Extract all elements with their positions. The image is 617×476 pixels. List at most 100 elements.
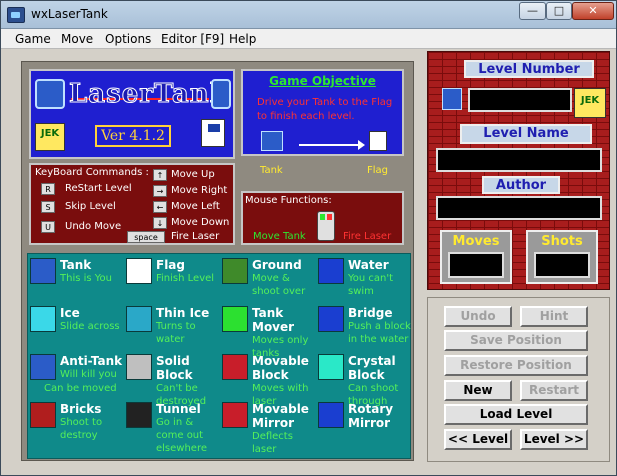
thin-ice-icon <box>126 306 152 332</box>
level-number-label: Level Number <box>464 60 594 78</box>
level-info-panel: Level Number JEK Level Name Author Moves… <box>427 51 610 290</box>
level-name-label: Level Name <box>460 124 592 144</box>
app-window: wxLaserTank — □ ✕ Game Move Options Edit… <box>0 0 617 476</box>
logo-panel: LaserTank JEK Ver 4.1.2 <box>29 69 235 159</box>
tank-icon <box>35 79 65 109</box>
load-level-button[interactable]: Load Level <box>444 404 588 425</box>
key-r: R <box>41 183 55 195</box>
publisher-logo: JEK <box>35 123 65 151</box>
arrow-right-icon <box>299 140 365 150</box>
new-button[interactable]: New <box>444 380 512 401</box>
legend-item-name: Tank Mover <box>252 306 295 334</box>
anti-tank-icon <box>30 354 56 380</box>
author-label: Author <box>482 176 560 194</box>
key-down: ↓ <box>153 217 167 229</box>
flag-icon <box>126 258 152 284</box>
previous-level-button[interactable]: << Level <box>444 429 512 450</box>
menu-bar: Game Move Options Editor [F9] Help <box>1 29 616 49</box>
movable-mirror-icon <box>222 402 248 428</box>
key-s: S <box>41 201 55 213</box>
undo-move-label: Undo Move <box>65 221 122 232</box>
legend-item-name: Ground <box>252 258 302 272</box>
legend-item-desc: Deflects laser <box>252 431 293 455</box>
publisher-logo: JEK <box>574 88 606 118</box>
move-left-label: Move Left <box>171 201 220 212</box>
legend-item-name: Bridge <box>348 306 393 320</box>
flag-icon <box>369 131 387 151</box>
hint-button[interactable]: Hint <box>520 306 588 327</box>
key-right: → <box>153 185 167 197</box>
control-buttons: Undo Hint Save Position Restore Position… <box>427 297 610 462</box>
moves-box: Moves <box>440 230 512 284</box>
tile-legend: Tank This is You Flag Finish Level Ground Mov… <box>27 253 411 459</box>
legend-item-desc-2: Can be moved <box>44 383 117 394</box>
legend-item-desc: Push a block in the water <box>348 321 411 345</box>
key-space: space <box>127 231 165 243</box>
legend-item-name: Ice <box>60 306 80 320</box>
restart-level-label: ReStart Level <box>65 183 132 194</box>
restore-position-button[interactable]: Restore Position <box>444 355 588 376</box>
rotary-mirror-icon <box>318 402 344 428</box>
tank-icon <box>442 88 462 110</box>
key-u: U <box>41 221 55 233</box>
keyboard-title: KeyBoard Commands : <box>35 167 149 178</box>
app-icon <box>7 7 25 23</box>
legend-item-name: Tank <box>60 258 92 272</box>
level-number-display <box>468 88 572 112</box>
game-objective-panel: Game Objective Drive your Tank to the Fl… <box>241 69 404 156</box>
legend-item-name: Crystal Block <box>348 354 396 382</box>
save-position-button[interactable]: Save Position <box>444 330 588 351</box>
menu-help[interactable]: Help <box>229 32 256 46</box>
menu-game[interactable]: Game <box>15 32 51 46</box>
solid-block-icon <box>126 354 152 380</box>
legend-item-name: Tunnel <box>156 402 201 416</box>
tank-icon <box>30 258 56 284</box>
restart-button[interactable]: Restart <box>520 380 588 401</box>
minimize-button[interactable]: — <box>519 2 546 20</box>
legend-item-name: Bricks <box>60 402 102 416</box>
legend-item-desc: Will kill you <box>60 369 117 380</box>
legend-item-desc: You can't swim <box>348 273 394 297</box>
legend-item-desc: This is You <box>60 273 113 284</box>
level-name-display <box>436 148 602 172</box>
shots-counter <box>534 252 590 278</box>
legend-item-desc: Go in & come out elsewhere <box>156 417 208 454</box>
water-icon <box>318 258 344 284</box>
mouse-fire-label: Fire Laser <box>343 231 392 242</box>
logo-title: LaserTank <box>69 79 229 110</box>
legend-item-desc: Move & shoot over <box>252 273 306 297</box>
legend-item-name: Solid Block <box>156 354 193 382</box>
close-button[interactable]: ✕ <box>572 2 614 20</box>
shots-box: Shots <box>526 230 598 284</box>
move-up-label: Move Up <box>171 169 215 180</box>
flag-icon <box>201 119 225 147</box>
menu-options[interactable]: Options <box>105 32 151 46</box>
tunnel-icon <box>126 402 152 428</box>
menu-editor[interactable]: Editor [F9] <box>161 32 224 46</box>
legend-item-name: Water <box>348 258 389 272</box>
maximize-button[interactable]: □ <box>546 2 572 20</box>
version-label: Ver 4.1.2 <box>95 125 171 147</box>
movable-block-icon <box>222 354 248 380</box>
skip-level-label: Skip Level <box>65 201 116 212</box>
moves-counter <box>448 252 504 278</box>
menu-move[interactable]: Move <box>61 32 93 46</box>
ice-icon <box>30 306 56 332</box>
legend-item-desc: Shoot to destroy <box>60 417 103 441</box>
ground-icon <box>222 258 248 284</box>
bricks-icon <box>30 402 56 428</box>
fire-laser-label: Fire Laser <box>171 231 220 242</box>
next-level-button[interactable]: Level >> <box>520 429 588 450</box>
objective-tank-label: Tank <box>260 165 283 176</box>
tank-icon <box>261 131 283 151</box>
crystal-block-icon <box>318 354 344 380</box>
title-bar[interactable]: wxLaserTank — □ ✕ <box>1 1 616 29</box>
tank-mover-icon <box>222 306 248 332</box>
legend-item-desc: Slide across <box>60 321 120 332</box>
shots-label: Shots <box>541 234 583 249</box>
legend-item-desc: Turns to water <box>156 321 196 345</box>
objective-text: Drive your Tank to the Flag to finish ea… <box>257 97 393 122</box>
undo-button[interactable]: Undo <box>444 306 512 327</box>
mirror-icon <box>211 79 231 109</box>
mouse-functions-panel: Mouse Functions: Move Tank Fire Laser <box>241 191 404 245</box>
